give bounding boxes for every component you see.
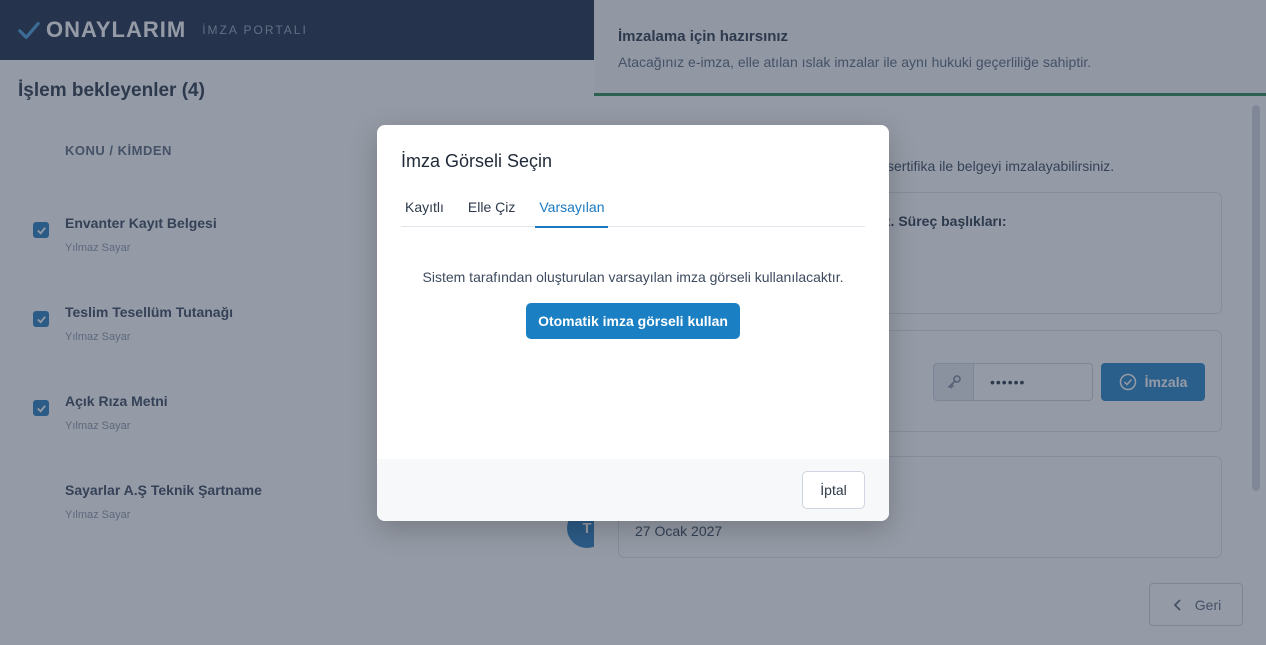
tab-default[interactable]: Varsayılan xyxy=(535,191,609,228)
cancel-button[interactable]: İptal xyxy=(802,471,865,509)
modal-tabs: Kayıtlı Elle Çiz Varsayılan xyxy=(401,191,865,228)
use-auto-signature-button[interactable]: Otomatik imza görseli kullan xyxy=(526,303,740,339)
signature-image-modal: İmza Görseli Seçin Kayıtlı Elle Çiz Vars… xyxy=(377,125,889,521)
tab-saved[interactable]: Kayıtlı xyxy=(401,191,448,227)
default-signature-message: Sistem tarafından oluşturulan varsayılan… xyxy=(422,269,844,285)
tab-draw[interactable]: Elle Çiz xyxy=(464,191,519,227)
modal-footer: İptal xyxy=(377,459,889,521)
modal-title: İmza Görseli Seçin xyxy=(401,151,553,171)
